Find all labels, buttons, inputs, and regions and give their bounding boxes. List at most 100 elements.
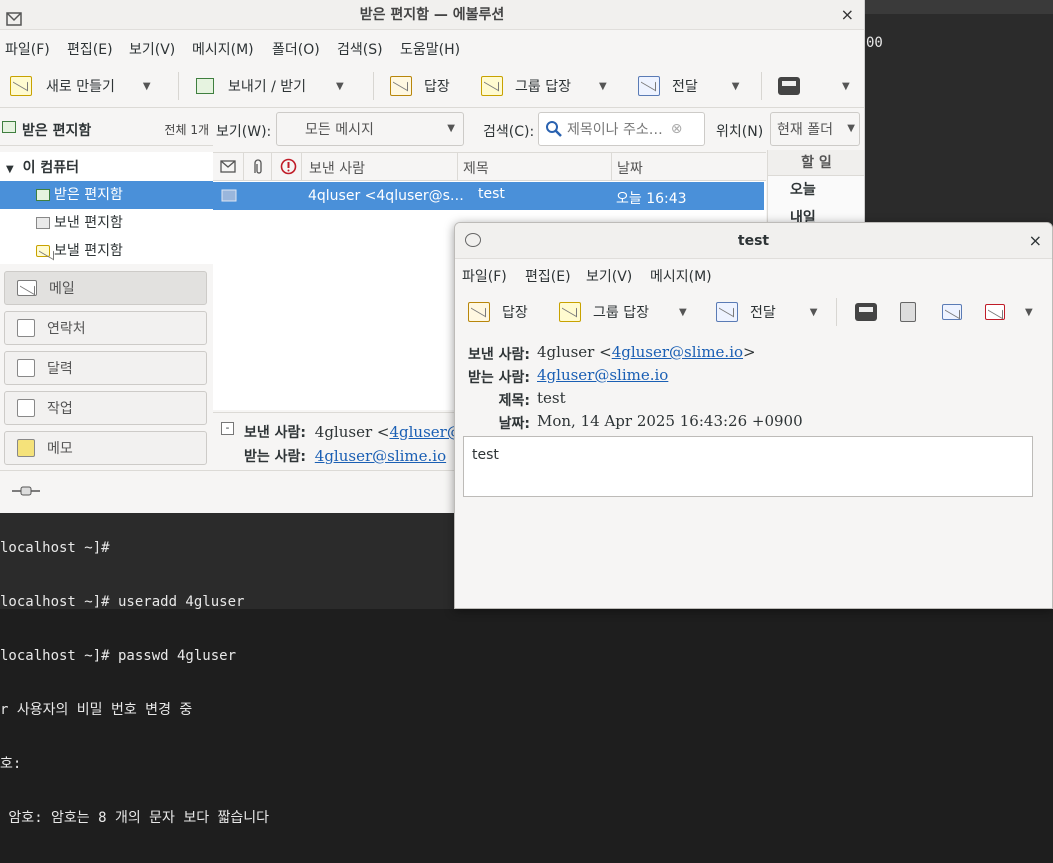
expander-icon[interactable]: ▼ xyxy=(6,164,14,175)
header-from-label: 보낸 사람: xyxy=(468,347,530,363)
reply-group-label: 그룹 답장 xyxy=(593,305,649,321)
forward-button[interactable]: 전달 ▼ xyxy=(638,72,739,100)
main-close-button[interactable]: × xyxy=(841,0,854,30)
offline-toggle-icon[interactable] xyxy=(12,485,40,501)
terminal-line: 암호: 암호는 8 개의 문자 보다 짧습니다 xyxy=(0,810,270,826)
switcher-mail[interactable]: 메일 xyxy=(4,271,207,305)
not-junk-button[interactable]: ▼ xyxy=(985,298,1033,326)
terminal-line: localhost ~]# passwd 4gluser xyxy=(0,648,237,664)
chevron-down-icon[interactable]: ▼ xyxy=(842,81,850,92)
attachment-column-icon[interactable] xyxy=(251,158,263,179)
search-input[interactable]: 제목이나 주소… ⊗ xyxy=(538,112,705,146)
header-date-value: Mon, 14 Apr 2025 16:43:26 +0900 xyxy=(537,412,803,430)
todo-today[interactable]: 오늘 xyxy=(768,176,864,204)
folder-sent[interactable]: 보낸 편지함 xyxy=(0,209,213,237)
forward-label: 전달 xyxy=(672,79,698,95)
switcher-contacts[interactable]: 연락처 xyxy=(4,311,207,345)
reply-group-button[interactable]: 그룹 답장 ▼ xyxy=(559,298,687,326)
message-toolbar: 답장 그룹 답장 ▼ 전달 ▼ ▼ xyxy=(455,295,1052,331)
reply-group-button[interactable]: 그룹 답장 ▼ xyxy=(481,72,607,100)
terminal-line: localhost ~]# xyxy=(0,540,110,556)
header-subject-label: 제목: xyxy=(498,393,530,409)
calendar-icon xyxy=(17,359,35,377)
preview-to-email[interactable]: 4gluser@slime.io xyxy=(315,447,446,465)
status-column-icon[interactable] xyxy=(220,160,236,177)
chevron-down-icon[interactable]: ▼ xyxy=(810,307,818,318)
menu-view[interactable]: 보기(V) xyxy=(129,39,175,59)
menu-file[interactable]: 파일(F) xyxy=(462,266,507,286)
main-titlebar: 받은 편지함 — 에볼루션 × xyxy=(0,0,864,30)
main-toolbar: 새로 만들기 ▼ 보내기 / 받기 ▼ 답장 그룹 답장 ▼ 전달 ▼ ▼ xyxy=(0,64,864,108)
subject-column-header[interactable]: 제목 xyxy=(463,158,489,178)
menu-search[interactable]: 검색(S) xyxy=(337,39,383,59)
view-combo[interactable]: 모든 메시지 ▼ xyxy=(276,112,464,146)
switcher-tasks[interactable]: 작업 xyxy=(4,391,207,425)
message-close-button[interactable]: × xyxy=(1029,223,1042,259)
switcher-memos[interactable]: 메모 xyxy=(4,431,207,465)
folder-tree: ▼ 이 컴퓨터 받은 편지함 보낸 편지함 보낼 편지함 xyxy=(0,152,213,264)
send-receive-button[interactable]: 보내기 / 받기 ▼ xyxy=(196,72,344,100)
folder-inbox[interactable]: 받은 편지함 xyxy=(0,181,213,209)
inbox-icon xyxy=(2,121,16,133)
menu-edit[interactable]: 편집(E) xyxy=(525,266,571,286)
reply-button[interactable]: 답장 xyxy=(390,72,450,100)
clear-icon[interactable]: ⊗ xyxy=(671,121,683,137)
tree-root-this-computer[interactable]: ▼ 이 컴퓨터 xyxy=(6,157,79,177)
memos-icon xyxy=(17,439,35,457)
junk-icon xyxy=(942,304,962,320)
forward-button[interactable]: 전달 ▼ xyxy=(716,298,817,326)
chevron-down-icon[interactable]: ▼ xyxy=(1025,307,1033,318)
search-placeholder: 제목이나 주소… xyxy=(567,122,663,138)
chevron-down-icon[interactable]: ▼ xyxy=(732,81,740,92)
todo-pane: 할 일 오늘 내일 xyxy=(767,150,864,230)
filter-bar: 보기(W): 모든 메시지 ▼ 검색(C): 제목이나 주소… ⊗ 위치(N) … xyxy=(213,108,864,150)
junk-button[interactable] xyxy=(942,298,962,326)
forward-icon xyxy=(638,76,660,96)
table-row[interactable]: 4qluser <4qluser@s… test 오늘 16:43 xyxy=(213,182,764,210)
message-subject: test xyxy=(478,186,505,202)
menu-help[interactable]: 도움말(H) xyxy=(400,39,460,59)
new-button[interactable]: 새로 만들기 ▼ xyxy=(10,72,151,100)
reply-button[interactable]: 답장 xyxy=(468,298,528,326)
inbox-icon xyxy=(36,189,50,201)
collapse-icon[interactable]: - xyxy=(221,422,234,435)
message-list-header: 보낸 사람 제목 날짜 xyxy=(213,153,766,181)
terminal-line: 호: xyxy=(0,756,22,772)
delete-button[interactable] xyxy=(900,298,916,326)
window-menu-icon[interactable] xyxy=(6,7,22,37)
menu-edit[interactable]: 편집(E) xyxy=(67,39,113,59)
chevron-down-icon[interactable]: ▼ xyxy=(336,81,344,92)
header-date-label: 날짜: xyxy=(498,416,530,432)
chevron-down-icon[interactable]: ▼ xyxy=(679,307,687,318)
chevron-down-icon[interactable]: ▼ xyxy=(143,81,151,92)
print-button[interactable] xyxy=(855,298,877,326)
date-column-header[interactable]: 날짜 xyxy=(617,158,643,178)
menu-message[interactable]: 메시지(M) xyxy=(650,266,712,286)
contacts-icon xyxy=(17,319,35,337)
menu-message[interactable]: 메시지(M) xyxy=(192,39,254,59)
header-to-email[interactable]: 4gluser@slime.io xyxy=(537,366,668,384)
print-button[interactable]: ▼ xyxy=(778,72,850,100)
folder-outbox[interactable]: 보낼 편지함 xyxy=(0,237,213,265)
tasks-icon xyxy=(17,399,35,417)
menu-folder[interactable]: 폴더(O) xyxy=(272,39,320,59)
main-menubar: 파일(F) 편집(E) 보기(V) 메시지(M) 폴더(O) 검색(S) 도움말… xyxy=(0,34,864,62)
terminal-output: localhost ~]# localhost ~]# useradd 4glu… xyxy=(0,503,269,863)
printer-icon xyxy=(855,303,877,321)
menu-view[interactable]: 보기(V) xyxy=(586,266,632,286)
switcher-mail-label: 메일 xyxy=(49,281,75,297)
header-from-email[interactable]: 4gluser@slime.io xyxy=(612,343,743,361)
switcher-calendar[interactable]: 달력 xyxy=(4,351,207,385)
message-body[interactable]: test xyxy=(463,436,1033,497)
flag-column-icon[interactable] xyxy=(280,158,297,179)
window-menu-icon[interactable] xyxy=(465,233,481,247)
folder-header-name: 받은 편지함 xyxy=(22,123,92,139)
menu-file[interactable]: 파일(F) xyxy=(5,39,50,59)
reply-group-icon xyxy=(559,302,581,322)
chevron-down-icon[interactable]: ▼ xyxy=(599,81,607,92)
from-column-header[interactable]: 보낸 사람 xyxy=(309,158,365,178)
reply-group-icon xyxy=(481,76,503,96)
message-window: test × 파일(F) 편집(E) 보기(V) 메시지(M) 답장 그룹 답장… xyxy=(454,222,1053,609)
scope-combo[interactable]: 현재 폴더 ▼ xyxy=(770,112,860,146)
search-icon[interactable] xyxy=(545,120,563,138)
